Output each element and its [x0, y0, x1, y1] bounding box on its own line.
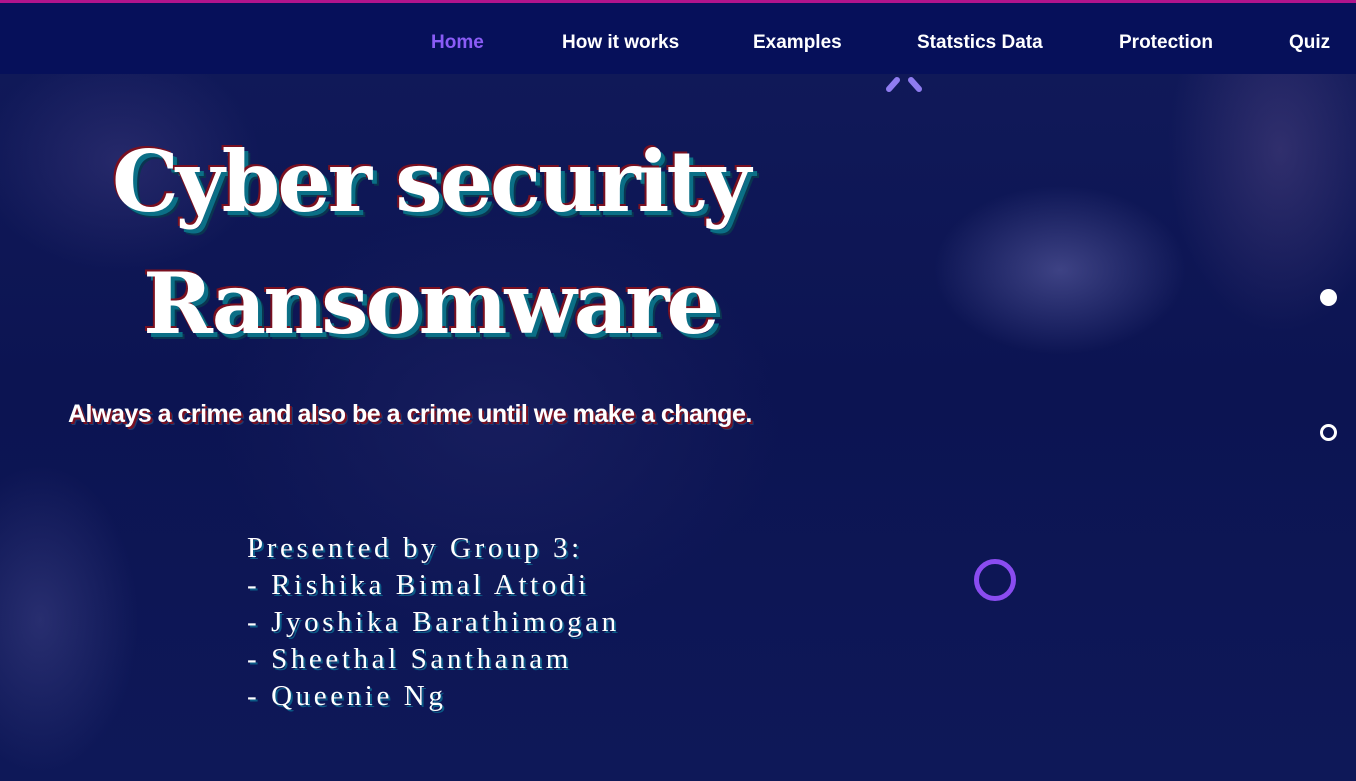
- background-image: [0, 0, 1356, 781]
- tagline: Always a crime and also be a crime until…: [68, 400, 752, 428]
- nav-examples[interactable]: Examples: [753, 32, 842, 54]
- nav-home[interactable]: Home: [431, 32, 484, 54]
- presenter-name: - Queenie Ng: [247, 680, 447, 712]
- presenters-heading: Presented by Group 3:: [247, 532, 583, 564]
- nav-protection[interactable]: Protection: [1119, 32, 1213, 54]
- nav-how-it-works[interactable]: How it works: [562, 32, 679, 54]
- presenter-name: - Sheethal Santhanam: [247, 643, 572, 675]
- presenter-name: - Jyoshika Barathimogan: [247, 606, 620, 638]
- nav-statistics-data[interactable]: Statstics Data: [917, 32, 1043, 54]
- ring-icon: [974, 559, 1016, 601]
- slide-dot-active-icon[interactable]: [1320, 289, 1337, 306]
- chevron-up-icon[interactable]: [884, 76, 924, 94]
- page-title-line1: Cyber security: [111, 132, 751, 231]
- nav-quiz[interactable]: Quiz: [1289, 32, 1330, 54]
- presenter-name: - Rishika Bimal Attodi: [247, 569, 590, 601]
- slide-dot-inactive-icon[interactable]: [1320, 424, 1337, 441]
- presenters-block: Presented by Group 3: - Rishika Bimal At…: [247, 530, 620, 715]
- navbar: Home How it works Examples Statstics Dat…: [0, 3, 1356, 74]
- page-title-line2: Ransomware: [143, 254, 720, 353]
